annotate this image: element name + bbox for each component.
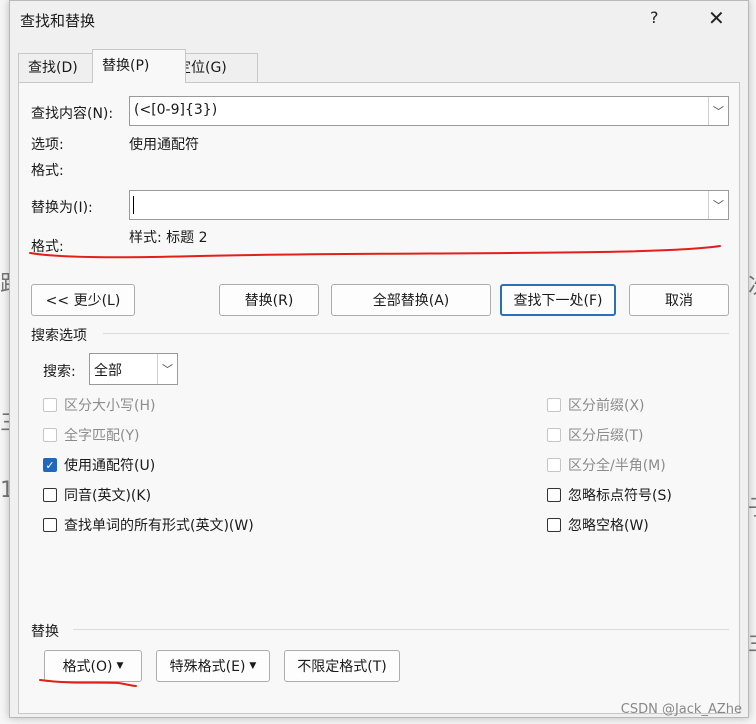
find-format-label: 格式:	[31, 163, 64, 179]
checkbox-use-wildcards[interactable]: ✓ 使用通配符(U)	[43, 455, 155, 475]
divider	[103, 333, 729, 334]
format-button-label: 格式(O)	[62, 659, 113, 675]
replace-button[interactable]: 替换(R)	[219, 284, 319, 316]
checkbox-label: 使用通配符(U)	[64, 458, 156, 474]
checkbox-label: 区分全/半角(M)	[568, 458, 666, 474]
checkbox-box	[547, 458, 561, 472]
search-direction-label: 搜索:	[43, 364, 76, 380]
check-icon: ✓	[43, 458, 57, 472]
find-options-label: 选项:	[31, 137, 64, 153]
checkbox-ignore-punctuation[interactable]: 忽略标点符号(S)	[547, 485, 672, 505]
find-options-value: 使用通配符	[129, 137, 199, 153]
less-button[interactable]: << 更少(L)	[31, 284, 135, 316]
checkbox-all-word-forms[interactable]: 查找单词的所有形式(英文)(W)	[43, 515, 254, 535]
checkbox-label: 同音(英文)(K)	[64, 488, 152, 504]
tab-replace[interactable]: 替换(P)	[92, 49, 186, 83]
checkbox-label: 全字匹配(Y)	[64, 428, 140, 444]
text-caret	[133, 196, 134, 214]
checkbox-match-width[interactable]: 区分全/半角(M)	[547, 455, 666, 475]
replace-section-heading: 替换	[31, 624, 59, 640]
replace-with-label: 替换为(I):	[31, 200, 93, 216]
find-replace-dialog: 查找和替换 ? ✕ 查找(D) 替换(P) 定位(G) 查找内容(N): (<[…	[9, 0, 749, 718]
checkbox-ignore-whitespace[interactable]: 忽略空格(W)	[547, 515, 649, 535]
checkbox-box	[43, 518, 57, 532]
find-next-button[interactable]: 查找下一处(F)	[500, 284, 616, 316]
checkbox-match-suffix[interactable]: 区分后缀(T)	[547, 425, 643, 445]
checkbox-match-prefix[interactable]: 区分前缀(X)	[547, 395, 645, 415]
chevron-down-icon[interactable]: ﹀	[157, 354, 177, 384]
checkbox-sounds-like[interactable]: 同音(英文)(K)	[43, 485, 151, 505]
no-formatting-button[interactable]: 不限定格式(T)	[284, 650, 400, 682]
checkbox-whole-word[interactable]: 全字匹配(Y)	[43, 425, 139, 445]
caret-down-icon: ▼	[249, 661, 257, 671]
special-button[interactable]: 特殊格式(E) ▼	[156, 650, 270, 682]
find-what-label: 查找内容(N):	[31, 106, 114, 122]
checkbox-label: 忽略标点符号(S)	[568, 488, 672, 504]
checkbox-label: 区分大小写(H)	[64, 398, 156, 414]
checkbox-box	[547, 428, 561, 442]
caret-down-icon: ▼	[116, 661, 124, 671]
find-what-combo[interactable]: (<[0-9]{3}) ﹀	[129, 96, 729, 126]
checkbox-box	[43, 398, 57, 412]
checkbox-box	[43, 488, 57, 502]
help-button[interactable]: ?	[650, 8, 659, 27]
search-direction-select[interactable]: 全部 ﹀	[89, 353, 178, 385]
checkbox-box	[547, 488, 561, 502]
doc-text-fragment: 子	[748, 490, 756, 522]
special-button-label: 特殊格式(E)	[169, 659, 246, 675]
replace-format-label: 格式:	[31, 239, 64, 255]
replace-all-button[interactable]: 全部替换(A)	[331, 284, 491, 316]
checkbox-box	[547, 398, 561, 412]
replace-format-value: 样式: 标题 2	[129, 230, 208, 246]
title-bar: 查找和替换 ? ✕	[10, 1, 748, 39]
checkbox-label: 忽略空格(W)	[568, 518, 649, 534]
close-button[interactable]: ✕	[708, 6, 725, 30]
checkbox-label: 查找单词的所有形式(英文)(W)	[64, 518, 254, 534]
replace-tab-panel: 查找内容(N): (<[0-9]{3}) ﹀ 选项: 使用通配符 格式: 替换为…	[18, 82, 740, 714]
search-options-heading: 搜索选项	[31, 328, 87, 344]
find-what-value: (<[0-9]{3})	[134, 102, 218, 118]
dialog-title: 查找和替换	[20, 12, 96, 30]
search-direction-value: 全部	[94, 363, 122, 379]
replace-with-combo[interactable]: ﹀	[129, 190, 729, 220]
watermark: CSDN @Jack_AZhe	[620, 702, 742, 717]
chevron-down-icon[interactable]: ﹀	[708, 97, 728, 125]
chevron-down-icon[interactable]: ﹀	[708, 191, 728, 219]
doc-text-fragment: 主	[748, 625, 756, 657]
cancel-button[interactable]: 取消	[629, 284, 729, 316]
checkbox-label: 区分后缀(T)	[568, 428, 644, 444]
divider	[73, 629, 729, 630]
checkbox-box	[547, 518, 561, 532]
checkbox-box	[43, 428, 57, 442]
doc-text-fragment: 次	[748, 268, 756, 300]
format-button[interactable]: 格式(O) ▼	[44, 650, 142, 682]
checkbox-label: 区分前缀(X)	[568, 398, 645, 414]
checkbox-match-case[interactable]: 区分大小写(H)	[43, 395, 155, 415]
